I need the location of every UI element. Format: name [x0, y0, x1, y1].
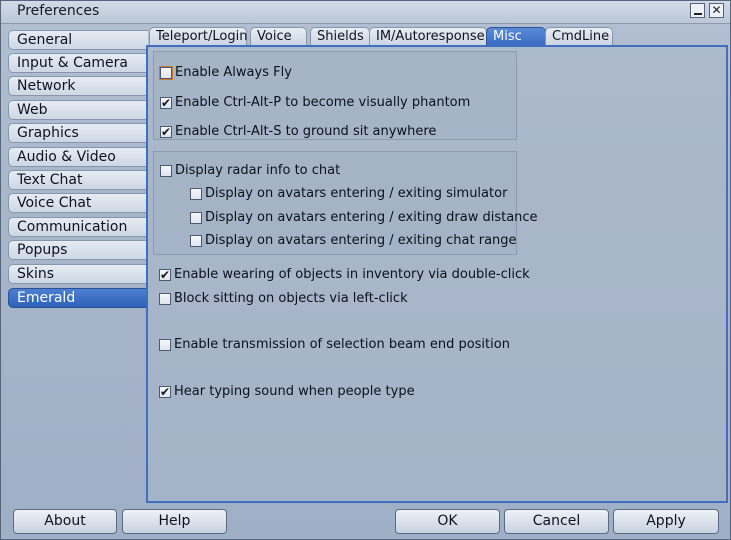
sidebar-item-communication[interactable]: Communication — [8, 217, 148, 237]
cancel-button[interactable]: Cancel — [504, 509, 609, 534]
radar-chat-box[interactable] — [160, 165, 172, 177]
radar-group: Display radar info to chat Display on av… — [153, 151, 538, 255]
always-fly-box[interactable] — [159, 66, 173, 80]
sidebar-item-audio-video[interactable]: Audio & Video — [8, 147, 148, 167]
block-sit-box[interactable] — [159, 293, 171, 305]
window-title: Preferences — [17, 3, 100, 19]
sidebar-item-network[interactable]: Network — [8, 76, 148, 96]
tab-im-autoresponse[interactable]: IM/Autoresponse — [369, 27, 487, 45]
misc-panel: Enable Always Fly ✔ Enable Ctrl-Alt-P to… — [146, 45, 728, 503]
tab-misc[interactable]: Misc — [486, 27, 546, 45]
radar-range-box[interactable] — [190, 235, 202, 247]
check-icon[interactable]: ✔ — [160, 97, 172, 109]
help-button[interactable]: Help — [122, 509, 227, 534]
check-icon[interactable]: ✔ — [159, 386, 171, 398]
sidebar-item-input-camera[interactable]: Input & Camera — [8, 53, 148, 73]
tab-voice[interactable]: Voice — [250, 27, 307, 45]
radar-draw-box[interactable] — [190, 212, 202, 224]
sidebar-item-emerald[interactable]: Emerald — [8, 288, 148, 308]
sidebar-item-text-chat[interactable]: Text Chat — [8, 170, 148, 190]
apply-button[interactable]: Apply — [613, 509, 719, 534]
minimize-icon[interactable] — [690, 3, 705, 18]
check-icon[interactable]: ✔ — [160, 126, 172, 138]
check-icon[interactable]: ✔ — [159, 269, 171, 281]
sidebar-item-graphics[interactable]: Graphics — [8, 123, 148, 143]
about-button[interactable]: About — [13, 509, 117, 534]
sidebar-item-general[interactable]: General — [8, 30, 148, 50]
tab-cmdline[interactable]: CmdLine — [545, 27, 613, 45]
tab-shields[interactable]: Shields — [310, 27, 370, 45]
sidebar-item-web[interactable]: Web — [8, 100, 148, 120]
radar-sim-box[interactable] — [190, 188, 202, 200]
sidebar-item-voice-chat[interactable]: Voice Chat — [8, 193, 148, 213]
sidebar-item-popups[interactable]: Popups — [8, 240, 148, 260]
sidebar-item-skins[interactable]: Skins — [8, 264, 148, 284]
tab-teleport-login[interactable]: Teleport/Login — [149, 27, 247, 45]
beam-transmit-box[interactable] — [159, 339, 171, 351]
close-icon[interactable]: ✕ — [709, 3, 724, 18]
title-bar[interactable]: Preferences ✕ — [1, 1, 730, 24]
movement-group: Enable Always Fly ✔ Enable Ctrl-Alt-P to… — [153, 51, 517, 140]
ok-button[interactable]: OK — [395, 509, 500, 534]
preferences-window: Preferences ✕ General Input & Camera Net… — [0, 0, 731, 540]
